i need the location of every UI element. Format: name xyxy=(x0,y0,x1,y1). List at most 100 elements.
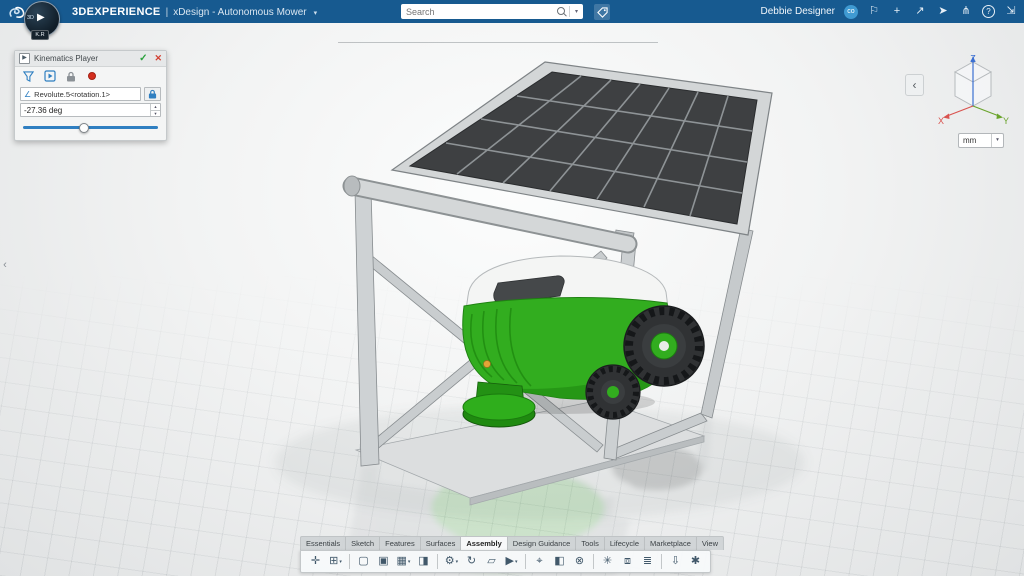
fullscreen-icon[interactable]: ⇲ xyxy=(1004,0,1018,23)
axis-z-label: Z xyxy=(970,53,976,63)
tool-new-assembly-button[interactable]: ▣ xyxy=(374,552,393,571)
tool-manipulators-button[interactable]: ✛ xyxy=(306,552,325,571)
3dexperience-compass[interactable]: 3D ▶ K.R xyxy=(22,1,66,43)
search-input[interactable] xyxy=(401,6,555,17)
confirm-icon[interactable]: ✓ xyxy=(139,53,147,64)
play-simulation-icon[interactable] xyxy=(43,70,56,83)
previous-view-button[interactable]: ‹ xyxy=(905,74,924,96)
tool-insert-component-button[interactable]: ⊞ ▾ xyxy=(326,552,345,571)
top-right-cluster: Debbie Designer co ⚐ + ↗ ➤ ⋔ ? ⇲ xyxy=(761,0,1019,23)
lock-icon[interactable] xyxy=(64,70,77,83)
user-status-badge[interactable]: co xyxy=(844,4,858,19)
help-icon[interactable]: ? xyxy=(982,5,995,18)
mechanism-row: ∠ Revolute.5<rotation.1> xyxy=(20,87,161,101)
user-name[interactable]: Debbie Designer xyxy=(761,6,836,17)
view-cube[interactable]: Z X Y xyxy=(933,52,1013,134)
mechanism-name: Revolute.5<rotation.1> xyxy=(34,89,111,99)
compass-user-initials: K.R xyxy=(31,30,49,40)
tool-pattern-button[interactable]: ▦ ▾ xyxy=(394,552,413,571)
tool-new-3d-part-button[interactable]: ▢ xyxy=(354,552,373,571)
panel-title: Kinematics Player xyxy=(34,54,99,63)
angle-slider[interactable] xyxy=(23,119,158,135)
top-bar: 3DEXPERIENCE | xDesign - Autonomous Mowe… xyxy=(0,0,1024,23)
tab-tools[interactable]: Tools xyxy=(576,537,605,550)
bookmark-icon[interactable]: ⚐ xyxy=(867,0,881,23)
axis-x-label: X xyxy=(938,116,944,126)
bom-icon: ≣ xyxy=(642,555,653,567)
toolbar-divider xyxy=(660,554,662,569)
compass-play-icon[interactable]: ▶ xyxy=(37,12,45,23)
search-icon[interactable] xyxy=(555,5,569,19)
angle-input[interactable]: -27.36 deg ▴ ▾ xyxy=(20,103,161,117)
kinematics-player-panel: ▶ Kinematics Player ✓ ✕ ∠ Revolute.5<rot… xyxy=(14,50,167,141)
clash-icon: ⊗ xyxy=(574,555,585,567)
tab-features[interactable]: Features xyxy=(380,537,421,550)
application-window: ‹ 3DEXPERIENCE | xDesign - Autonomous Mo… xyxy=(0,0,1024,576)
units-select[interactable]: mm ▾ xyxy=(958,133,1004,148)
axis-y-label: Y xyxy=(1003,116,1009,126)
action-bar-tools: ✛ ⊞ ▾ ▢ ▣ ▦ ▾ ◨ ⚙ ▾ ↻ ▱ ▶ ▾ ⌖ ◧ ⊗ ✳ ⧈ ≣ ⇩ ✱ xyxy=(299,550,711,573)
tool-measure-button[interactable]: ⌖ xyxy=(530,552,549,571)
kinematics-player-header[interactable]: ▶ Kinematics Player ✓ ✕ xyxy=(15,51,166,67)
add-icon[interactable]: + xyxy=(890,0,904,23)
kinematics-slider-handle[interactable] xyxy=(78,122,89,133)
tool-kinematics-player-button[interactable]: ▶ ▾ xyxy=(502,552,521,571)
community-icon[interactable]: ⋔ xyxy=(959,0,973,23)
kinematics-player-icon: ▶ xyxy=(19,53,30,64)
tool-settings-button[interactable]: ✱ xyxy=(686,552,705,571)
chevron-down-icon[interactable]: ▾ xyxy=(314,9,318,17)
measure-icon: ⌖ xyxy=(536,555,543,567)
front-wheel xyxy=(585,364,641,420)
lock-joint-button[interactable] xyxy=(144,87,161,101)
tab-marketplace[interactable]: Marketplace xyxy=(645,537,697,550)
close-icon[interactable]: ✕ xyxy=(154,53,162,64)
planar-joint-icon: ▱ xyxy=(487,555,496,567)
pattern-icon: ▦ xyxy=(396,555,407,567)
tool-revolute-joint-button[interactable]: ↻ xyxy=(462,552,481,571)
tab-essentials[interactable]: Essentials xyxy=(301,537,347,550)
tool-snapshot-button[interactable]: ⧈ xyxy=(618,552,637,571)
tool-mirror-button[interactable]: ◨ xyxy=(414,552,433,571)
new-3d-part-icon: ▢ xyxy=(358,555,369,567)
design-tree-expand-button[interactable]: ‹ xyxy=(0,258,10,272)
share-icon[interactable]: ↗ xyxy=(913,0,927,23)
mechanism-select[interactable]: ∠ Revolute.5<rotation.1> xyxy=(20,87,141,101)
toolbar-divider xyxy=(348,554,350,569)
insert-component-icon: ⊞ xyxy=(329,555,339,567)
caret-down-icon: ▾ xyxy=(514,558,518,565)
tab-design-guidance[interactable]: Design Guidance xyxy=(508,537,577,550)
action-bar: Essentials Sketch Features Surfaces Asse… xyxy=(299,536,725,573)
send-icon[interactable]: ➤ xyxy=(936,0,950,23)
stepper-down-icon[interactable]: ▾ xyxy=(151,110,160,117)
angle-row: -27.36 deg ▴ ▾ xyxy=(20,103,161,117)
slider-track[interactable] xyxy=(23,126,158,129)
revolute-joint-icon: ↻ xyxy=(466,555,477,567)
tab-sketch[interactable]: Sketch xyxy=(346,537,381,550)
autonomous-mower xyxy=(462,255,705,428)
mirror-icon: ◨ xyxy=(418,555,429,567)
tab-lifecycle[interactable]: Lifecycle xyxy=(605,537,646,550)
tool-explode-button[interactable]: ✳ xyxy=(598,552,617,571)
toolbar-divider xyxy=(592,554,594,569)
6wtags-button[interactable] xyxy=(594,4,610,20)
tab-surfaces[interactable]: Surfaces xyxy=(421,537,462,550)
tool-export-button[interactable]: ⇩ xyxy=(666,552,685,571)
tool-engineering-connection-button[interactable]: ⚙ ▾ xyxy=(442,552,461,571)
record-icon[interactable] xyxy=(85,70,98,83)
tab-view[interactable]: View xyxy=(697,537,723,550)
tab-assembly[interactable]: Assembly xyxy=(461,537,508,550)
tool-planar-joint-button[interactable]: ▱ xyxy=(482,552,501,571)
tool-clash-button[interactable]: ⊗ xyxy=(570,552,589,571)
compass-3d-label: 3D xyxy=(27,15,35,21)
tool-section-button[interactable]: ◧ xyxy=(550,552,569,571)
angle-stepper: ▴ ▾ xyxy=(150,104,160,116)
caret-down-icon: ▾ xyxy=(407,558,411,565)
toolbar-divider xyxy=(436,554,438,569)
snapshot-icon: ⧈ xyxy=(623,555,631,567)
manipulators-icon: ✛ xyxy=(310,555,321,567)
units-caret-icon: ▾ xyxy=(991,134,1003,147)
tool-bom-button[interactable]: ≣ xyxy=(638,552,657,571)
app-title[interactable]: xDesign - Autonomous Mower xyxy=(173,7,306,18)
search-options-caret-icon[interactable]: ▾ xyxy=(570,8,583,15)
filter-icon[interactable] xyxy=(22,70,35,83)
